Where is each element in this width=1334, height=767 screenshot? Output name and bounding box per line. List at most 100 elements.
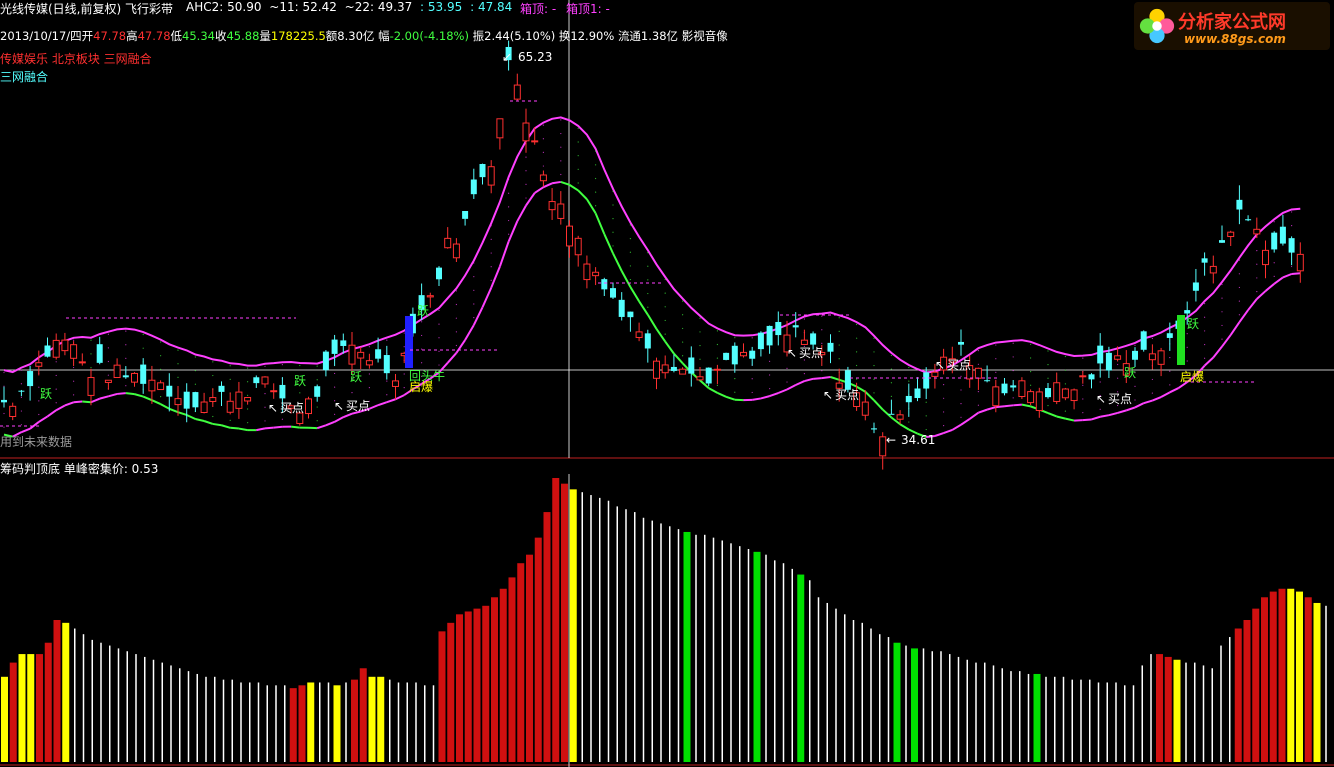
- candle-body[interactable]: [914, 388, 921, 399]
- chip-bar[interactable]: [491, 597, 498, 762]
- candle-body[interactable]: [844, 370, 851, 390]
- candle-body[interactable]: [1192, 282, 1199, 291]
- candle-body[interactable]: [1053, 382, 1061, 402]
- chip-bar[interactable]: [721, 540, 724, 762]
- candle-body[interactable]: [1236, 199, 1243, 210]
- candle-body[interactable]: [1271, 232, 1278, 250]
- candle-body[interactable]: [1279, 226, 1286, 244]
- chip-bar[interactable]: [1089, 679, 1091, 762]
- chip-bar[interactable]: [377, 676, 385, 762]
- chip-bar[interactable]: [187, 671, 190, 762]
- candle-body[interactable]: [104, 379, 112, 383]
- candle-body[interactable]: [270, 390, 278, 393]
- chip-bar[interactable]: [214, 676, 216, 762]
- chip-bar[interactable]: [543, 512, 551, 762]
- chip-bar[interactable]: [205, 676, 207, 762]
- candle-body[interactable]: [992, 386, 1000, 407]
- chip-bar[interactable]: [266, 685, 269, 762]
- candle-body[interactable]: [1035, 391, 1043, 411]
- candle-body[interactable]: [496, 118, 504, 139]
- chip-bar[interactable]: [240, 682, 242, 762]
- signal-candle-blue[interactable]: [405, 316, 413, 368]
- chip-bar[interactable]: [1062, 676, 1065, 762]
- candle-body[interactable]: [1010, 385, 1017, 388]
- chip-bar[interactable]: [1261, 597, 1268, 762]
- chip-bar[interactable]: [126, 651, 129, 762]
- candle-body[interactable]: [1227, 231, 1235, 238]
- candle-body[interactable]: [548, 201, 556, 211]
- chip-bar[interactable]: [499, 588, 507, 762]
- candle-body[interactable]: [122, 375, 129, 378]
- candle-body[interactable]: [1209, 265, 1217, 274]
- candle-body[interactable]: [539, 174, 547, 182]
- candle-body[interactable]: [1296, 253, 1304, 272]
- chip-bar[interactable]: [730, 543, 732, 762]
- chip-bar[interactable]: [161, 662, 164, 762]
- candle-body[interactable]: [610, 288, 616, 298]
- candle-body[interactable]: [705, 367, 712, 384]
- chip-bar[interactable]: [249, 682, 251, 762]
- candle-body[interactable]: [627, 311, 634, 318]
- chip-bar[interactable]: [319, 682, 321, 762]
- candle-body[interactable]: [487, 166, 495, 186]
- candle-body[interactable]: [792, 325, 799, 328]
- candle-body[interactable]: [166, 385, 173, 397]
- chip-bar[interactable]: [397, 682, 400, 762]
- candle-body[interactable]: [78, 361, 86, 364]
- candle-body[interactable]: [984, 380, 991, 382]
- chip-bar[interactable]: [1325, 605, 1327, 762]
- candle-body[interactable]: [1262, 249, 1269, 266]
- candle-body[interactable]: [357, 351, 365, 359]
- chip-bar[interactable]: [1045, 676, 1047, 762]
- chip-bar[interactable]: [9, 662, 17, 762]
- concept-tag[interactable]: 三网融合: [0, 68, 48, 85]
- chip-bar[interactable]: [809, 580, 811, 762]
- candle-body[interactable]: [740, 351, 747, 357]
- candle-body[interactable]: [1114, 355, 1122, 360]
- candle-body[interactable]: [1061, 388, 1069, 399]
- candle-body[interactable]: [52, 339, 60, 358]
- chip-bar[interactable]: [275, 685, 277, 762]
- chip-bar[interactable]: [473, 608, 481, 762]
- chip-bar[interactable]: [817, 597, 820, 762]
- candle-body[interactable]: [96, 344, 103, 363]
- candle-body[interactable]: [731, 345, 738, 365]
- candle-body[interactable]: [931, 371, 939, 377]
- candle-body[interactable]: [670, 366, 677, 371]
- candle-body[interactable]: [365, 360, 373, 366]
- kline-chart[interactable]: 65.23↙34.61←↖ 买点 ↖ 买点↖ 买点↖ 买点↖ 买点↖ 买点跃跃 跃跃跃跃回头牛启…: [0, 0, 1334, 767]
- chip-bar[interactable]: [704, 534, 706, 762]
- candle-body[interactable]: [209, 397, 217, 402]
- chip-bar[interactable]: [844, 614, 846, 762]
- candle-body[interactable]: [688, 357, 695, 374]
- chip-bar[interactable]: [359, 668, 367, 762]
- candle-body[interactable]: [470, 179, 477, 195]
- candle-body[interactable]: [861, 401, 869, 416]
- candle-body[interactable]: [974, 367, 982, 379]
- candle-body[interactable]: [601, 279, 608, 290]
- candle-body[interactable]: [157, 382, 165, 391]
- chip-bar[interactable]: [966, 659, 969, 762]
- candle-body[interactable]: [131, 372, 138, 383]
- chip-bar[interactable]: [922, 648, 925, 762]
- candle-body[interactable]: [27, 371, 34, 387]
- chip-bar[interactable]: [747, 549, 750, 762]
- chip-bar[interactable]: [911, 648, 918, 762]
- candle-body[interactable]: [1245, 219, 1252, 221]
- chip-bar[interactable]: [957, 656, 960, 762]
- chip-bar[interactable]: [607, 500, 610, 762]
- chip-bar[interactable]: [1027, 673, 1030, 762]
- candle-body[interactable]: [661, 364, 669, 374]
- candle-body[interactable]: [452, 243, 460, 259]
- candle-body[interactable]: [1132, 350, 1138, 360]
- candle-body[interactable]: [226, 400, 234, 413]
- chip-bar[interactable]: [1296, 591, 1303, 762]
- candle-body[interactable]: [1001, 383, 1008, 394]
- chip-bar[interactable]: [100, 642, 102, 762]
- candle-body[interactable]: [87, 377, 95, 396]
- chip-bar[interactable]: [625, 509, 627, 762]
- chip-bar[interactable]: [870, 628, 872, 762]
- chip-bar[interactable]: [1252, 608, 1260, 762]
- chip-bar[interactable]: [289, 688, 297, 762]
- candle-body[interactable]: [531, 140, 539, 143]
